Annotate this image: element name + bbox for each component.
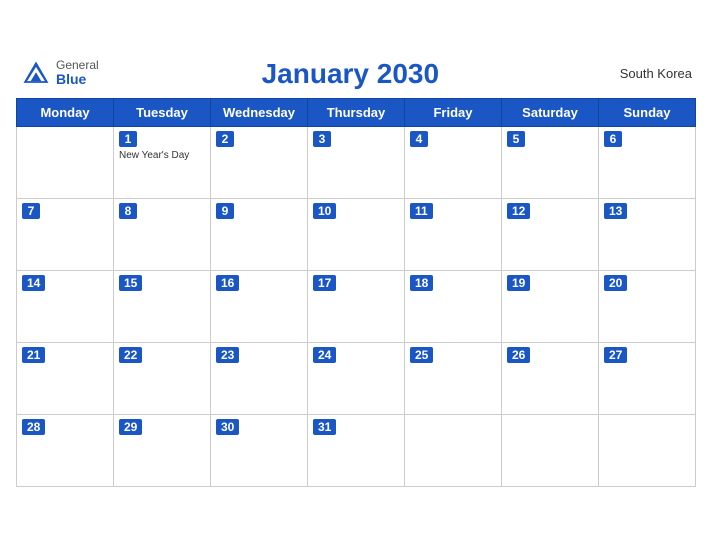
calendar-day-cell: 31 [308, 414, 405, 486]
day-number: 8 [119, 203, 137, 219]
calendar-day-cell: 3 [308, 126, 405, 198]
calendar-thead: Monday Tuesday Wednesday Thursday Friday… [17, 98, 696, 126]
calendar-day-cell: 29 [114, 414, 211, 486]
calendar-day-cell [17, 126, 114, 198]
calendar-week-row: 28 29 30 31 [17, 414, 696, 486]
day-number: 29 [119, 419, 142, 435]
header-thursday: Thursday [308, 98, 405, 126]
calendar-day-cell: 16 [211, 270, 308, 342]
calendar-day-cell: 14 [17, 270, 114, 342]
day-number: 7 [22, 203, 40, 219]
day-number: 19 [507, 275, 530, 291]
header-tuesday: Tuesday [114, 98, 211, 126]
calendar-day-cell: 7 [17, 198, 114, 270]
day-number: 18 [410, 275, 433, 291]
day-number: 24 [313, 347, 336, 363]
logo: General Blue [20, 58, 99, 90]
header-sunday: Sunday [599, 98, 696, 126]
calendar-header: General Blue January 2030 South Korea [16, 58, 696, 90]
day-number: 15 [119, 275, 142, 291]
calendar-day-cell [599, 414, 696, 486]
day-number: 22 [119, 347, 142, 363]
calendar-day-cell: 5 [502, 126, 599, 198]
calendar-title: January 2030 [99, 58, 602, 90]
calendar-day-cell: 23 [211, 342, 308, 414]
day-number: 12 [507, 203, 530, 219]
day-number: 11 [410, 203, 433, 219]
day-number: 28 [22, 419, 45, 435]
calendar-day-cell: 17 [308, 270, 405, 342]
day-number: 16 [216, 275, 239, 291]
day-number: 4 [410, 131, 428, 147]
calendar-day-cell: 6 [599, 126, 696, 198]
header-wednesday: Wednesday [211, 98, 308, 126]
day-number: 20 [604, 275, 627, 291]
calendar-table: Monday Tuesday Wednesday Thursday Friday… [16, 98, 696, 487]
calendar-day-cell: 24 [308, 342, 405, 414]
generalblue-logo-icon [20, 58, 52, 90]
day-number: 6 [604, 131, 622, 147]
calendar-day-cell: 11 [405, 198, 502, 270]
calendar-day-cell: 20 [599, 270, 696, 342]
country-label: South Korea [602, 66, 692, 81]
day-number: 10 [313, 203, 336, 219]
calendar-day-cell: 19 [502, 270, 599, 342]
header-monday: Monday [17, 98, 114, 126]
day-number: 1 [119, 131, 137, 147]
day-number: 21 [22, 347, 45, 363]
day-number: 5 [507, 131, 525, 147]
day-number: 3 [313, 131, 331, 147]
calendar-day-cell: 12 [502, 198, 599, 270]
day-number: 23 [216, 347, 239, 363]
calendar-day-cell: 2 [211, 126, 308, 198]
day-number: 13 [604, 203, 627, 219]
calendar-body: 1New Year's Day2345678910111213141516171… [17, 126, 696, 486]
calendar-day-cell [405, 414, 502, 486]
calendar-day-cell: 30 [211, 414, 308, 486]
holiday-label: New Year's Day [119, 150, 205, 161]
calendar-day-cell: 1 New Year's Day [114, 126, 211, 198]
logo-blue-label: Blue [56, 72, 99, 87]
calendar-day-cell: 22 [114, 342, 211, 414]
calendar-day-cell: 28 [17, 414, 114, 486]
calendar-day-cell: 15 [114, 270, 211, 342]
header-friday: Friday [405, 98, 502, 126]
calendar-day-cell: 8 [114, 198, 211, 270]
weekday-header-row: Monday Tuesday Wednesday Thursday Friday… [17, 98, 696, 126]
calendar-day-cell: 27 [599, 342, 696, 414]
header-saturday: Saturday [502, 98, 599, 126]
calendar-week-row: 1 New Year's Day 2 3 4 5 6 [17, 126, 696, 198]
day-number: 2 [216, 131, 234, 147]
logo-text: General Blue [56, 59, 99, 88]
calendar-day-cell: 4 [405, 126, 502, 198]
calendar-day-cell: 18 [405, 270, 502, 342]
calendar-week-row: 21 22 23 24 25 26 27 [17, 342, 696, 414]
calendar-day-cell: 21 [17, 342, 114, 414]
calendar-week-row: 14 15 16 17 18 19 20 [17, 270, 696, 342]
calendar-day-cell: 26 [502, 342, 599, 414]
day-number: 9 [216, 203, 234, 219]
day-number: 14 [22, 275, 45, 291]
calendar-day-cell [502, 414, 599, 486]
calendar-wrapper: General Blue January 2030 South Korea Mo… [0, 48, 712, 503]
day-number: 27 [604, 347, 627, 363]
day-number: 30 [216, 419, 239, 435]
calendar-week-row: 7 8 9 10 11 12 13 [17, 198, 696, 270]
calendar-day-cell: 9 [211, 198, 308, 270]
calendar-day-cell: 25 [405, 342, 502, 414]
day-number: 26 [507, 347, 530, 363]
calendar-day-cell: 13 [599, 198, 696, 270]
day-number: 31 [313, 419, 336, 435]
calendar-day-cell: 10 [308, 198, 405, 270]
day-number: 25 [410, 347, 433, 363]
day-number: 17 [313, 275, 336, 291]
